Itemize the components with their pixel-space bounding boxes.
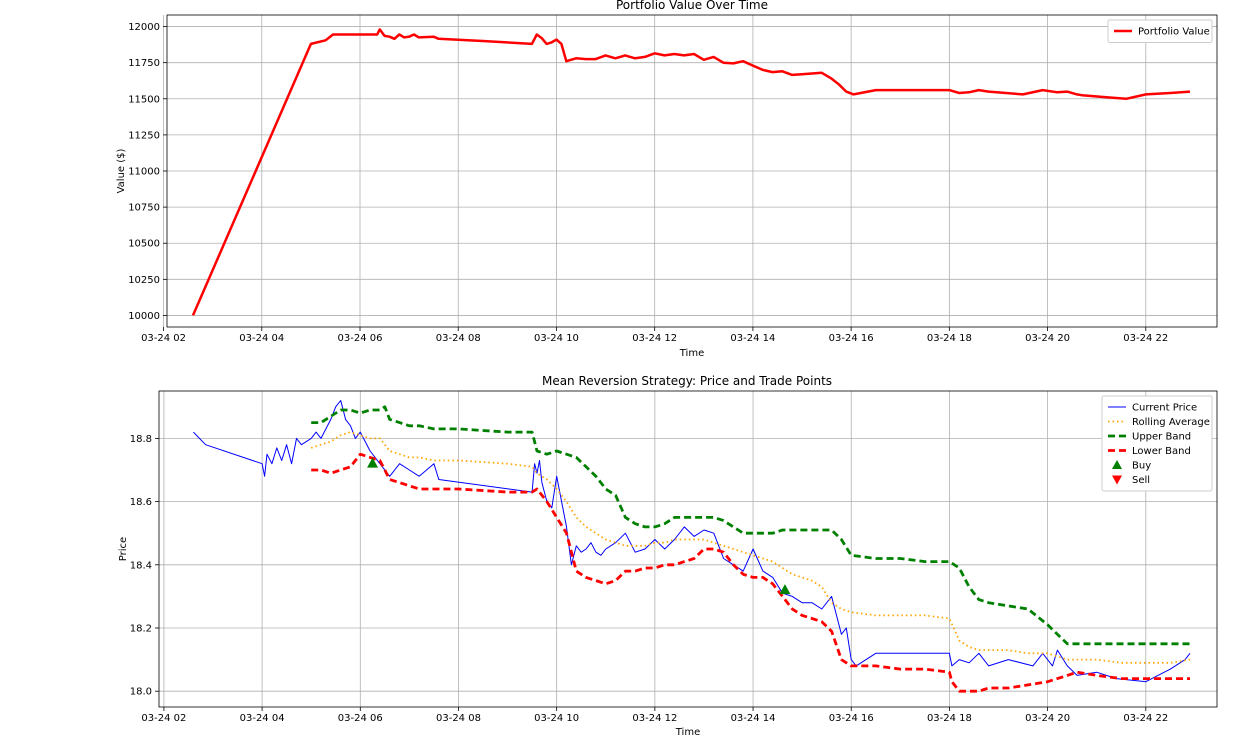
- x-tick-label: 03-24 12: [632, 333, 677, 344]
- grid: [159, 391, 1217, 707]
- x-tick-label: 03-24 10: [534, 713, 579, 724]
- y-tick-label: 11500: [128, 94, 160, 105]
- legend-label: Upper Band: [1132, 432, 1191, 443]
- y-tick-label: 10500: [128, 239, 160, 250]
- x-tick-label: 03-24 18: [927, 333, 972, 344]
- y-tick-label: 18.0: [130, 687, 152, 698]
- x-tick-label: 03-24 14: [731, 713, 776, 724]
- grid: [163, 15, 1217, 327]
- y-tick-label: 18.2: [130, 624, 152, 635]
- x-tick-label: 03-24 12: [632, 713, 677, 724]
- legend-label: Rolling Average: [1132, 417, 1210, 428]
- legend-label: Portfolio Value: [1138, 27, 1210, 38]
- series-upper-band: [311, 405, 1190, 646]
- x-axis-label: Time: [675, 727, 700, 738]
- chart-title: Mean Reversion Strategy: Price and Trade…: [542, 374, 832, 388]
- y-tick-label: 10000: [128, 311, 160, 322]
- x-tick-label: 03-24 08: [436, 333, 481, 344]
- x-tick-label: 03-24 04: [239, 333, 284, 344]
- y-tick-label: 10750: [128, 203, 160, 214]
- y-tick-label: 18.6: [130, 497, 152, 508]
- x-tick-label: 03-24 06: [338, 333, 383, 344]
- legend-label: Buy: [1132, 461, 1151, 472]
- buy-marker: [779, 584, 791, 595]
- legend: Portfolio Value: [1107, 19, 1213, 43]
- x-axis-ticks: 03-24 02 03-24 04 03-24 06 03-24 08 03-24 10…: [141, 707, 1168, 724]
- figure: Portfolio Value Over Time 03-24 02 03-24 …: [116, 0, 1218, 738]
- x-tick-label: 03-24 02: [141, 333, 186, 344]
- y-axis-ticks: 10000 10250 10500 10750 11000 11250 11500 11750…: [128, 22, 167, 322]
- y-axis-ticks: 18.0 18.2 18.4 18.6 18.8: [130, 434, 159, 698]
- chart-title: Portfolio Value Over Time: [616, 0, 768, 12]
- x-tick-label: 03-24 20: [1025, 333, 1070, 344]
- x-tick-label: 03-24 22: [1123, 333, 1168, 344]
- x-tick-label: 03-24 06: [338, 713, 383, 724]
- x-tick-label: 03-24 02: [141, 713, 186, 724]
- x-tick-label: 03-24 08: [436, 713, 481, 724]
- series-group: [191, 28, 1191, 316]
- x-tick-label: 03-24 20: [1025, 713, 1070, 724]
- y-tick-label: 11000: [128, 167, 160, 178]
- x-tick-label: 03-24 04: [240, 713, 285, 724]
- series-lower-band: [311, 452, 1190, 693]
- x-tick-label: 03-24 16: [829, 713, 874, 724]
- y-tick-label: 18.8: [130, 434, 152, 445]
- y-axis-label: Price: [118, 537, 129, 561]
- legend-label: Current Price: [1132, 403, 1197, 414]
- series-group: [193, 400, 1191, 693]
- x-tick-label: 03-24 14: [730, 333, 775, 344]
- x-tick-label: 03-24 22: [1123, 713, 1168, 724]
- legend-label: Lower Band: [1132, 446, 1191, 457]
- x-tick-label: 03-24 18: [927, 713, 972, 724]
- y-axis-label: Value ($): [116, 149, 127, 194]
- x-axis-label: Time: [679, 348, 704, 359]
- legend-label: Sell: [1132, 475, 1150, 486]
- legend: Current Price Rolling Average Upper Band Lo…: [1101, 395, 1213, 492]
- x-axis-ticks: 03-24 02 03-24 04 03-24 06 03-24 08 03-24 10…: [141, 327, 1168, 344]
- y-tick-label: 11750: [128, 58, 160, 69]
- y-tick-label: 10250: [128, 275, 160, 286]
- y-tick-label: 11250: [128, 130, 160, 141]
- x-tick-label: 03-24 10: [534, 333, 579, 344]
- x-tick-label: 03-24 16: [829, 333, 874, 344]
- series-current-price: [193, 400, 1191, 683]
- y-tick-label: 12000: [128, 22, 160, 33]
- mean-reversion-chart: Mean Reversion Strategy: Price and Trade…: [118, 374, 1218, 738]
- portfolio-chart: Portfolio Value Over Time 03-24 02 03-24 …: [116, 0, 1218, 359]
- series-portfolio-value: [191, 28, 1191, 316]
- y-tick-label: 18.4: [130, 560, 152, 571]
